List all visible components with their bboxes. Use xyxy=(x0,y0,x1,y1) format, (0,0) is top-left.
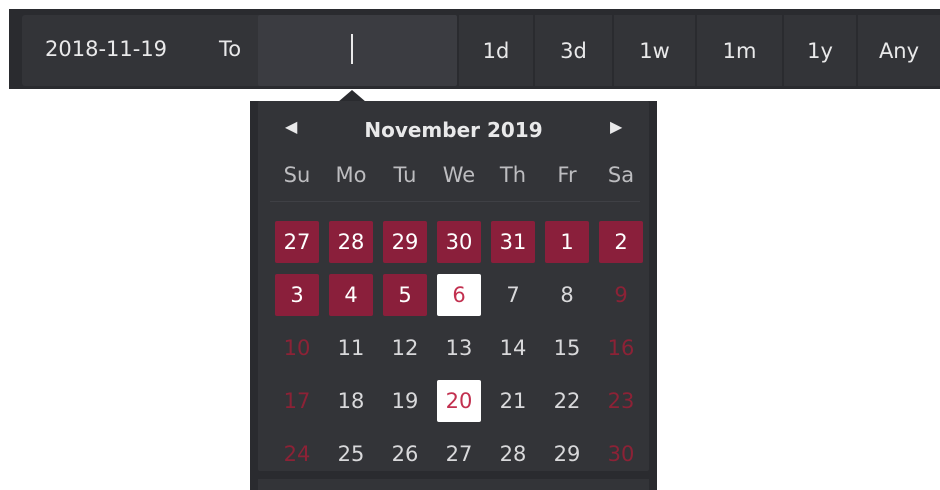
day-number: 30 xyxy=(607,442,635,466)
day-number: 23 xyxy=(607,389,635,413)
day-cell[interactable]: 16 xyxy=(594,327,648,380)
next-month-icon[interactable]: ▶ xyxy=(610,117,622,136)
range-button-1y[interactable]: 1y xyxy=(784,15,858,86)
day-number: 19 xyxy=(391,389,419,413)
day-number: 29 xyxy=(383,221,427,263)
day-cell[interactable]: 5 xyxy=(378,274,432,327)
range-button-any[interactable]: Any xyxy=(858,15,940,86)
day-cell[interactable]: 23 xyxy=(594,380,648,433)
day-number: 5 xyxy=(383,274,427,316)
day-cell[interactable]: 22 xyxy=(540,380,594,433)
day-cell[interactable]: 19 xyxy=(378,380,432,433)
day-cell[interactable]: 13 xyxy=(432,327,486,380)
day-number: 6 xyxy=(437,274,481,316)
month-title: November 2019 xyxy=(364,118,543,142)
day-cell[interactable]: 1 xyxy=(540,221,594,274)
day-number: 2 xyxy=(599,221,643,263)
day-number: 27 xyxy=(275,221,319,263)
day-number: 17 xyxy=(283,389,311,413)
weekday-sa: Sa xyxy=(607,163,635,187)
day-cell[interactable]: 29 xyxy=(378,221,432,274)
day-cell[interactable]: 15 xyxy=(540,327,594,380)
weekday-we: We xyxy=(442,163,476,187)
day-number: 16 xyxy=(607,336,635,360)
to-label: To xyxy=(219,37,242,61)
day-cell[interactable]: 10 xyxy=(270,327,324,380)
day-cell[interactable]: 9 xyxy=(594,274,648,327)
day-number: 4 xyxy=(329,274,373,316)
weekday-mo: Mo xyxy=(335,163,367,187)
weekday-su: Su xyxy=(283,163,311,187)
weekday-th: Th xyxy=(499,163,527,187)
range-button-1w[interactable]: 1w xyxy=(614,15,697,86)
day-cell[interactable]: 8 xyxy=(540,274,594,327)
weekday-tu: Tu xyxy=(393,163,417,187)
day-cell[interactable]: 14 xyxy=(486,327,540,380)
day-cell[interactable]: 28 xyxy=(324,221,378,274)
day-number: 21 xyxy=(499,389,527,413)
day-number: 26 xyxy=(391,442,419,466)
calendar-footer xyxy=(258,479,649,490)
day-number: 27 xyxy=(445,442,473,466)
day-cell[interactable]: 18 xyxy=(324,380,378,433)
day-number: 10 xyxy=(283,336,311,360)
day-cell[interactable]: 27 xyxy=(270,221,324,274)
day-cell[interactable]: 7 xyxy=(486,274,540,327)
day-cell[interactable]: 11 xyxy=(324,327,378,380)
date-range-inputs: 2018-11-19 To xyxy=(22,15,457,86)
day-cell[interactable]: 12 xyxy=(378,327,432,380)
day-number: 12 xyxy=(391,336,419,360)
day-number: 15 xyxy=(553,336,581,360)
day-cell[interactable]: 4 xyxy=(324,274,378,327)
weekday-header: Su Mo Tu We Th Fr Sa xyxy=(270,159,648,191)
day-number: 13 xyxy=(445,336,473,360)
day-number: 14 xyxy=(499,336,527,360)
day-number: 28 xyxy=(329,221,373,263)
day-number: 11 xyxy=(337,336,365,360)
day-cell[interactable]: 3 xyxy=(270,274,324,327)
day-number: 31 xyxy=(491,221,535,263)
day-cell[interactable]: 31 xyxy=(486,221,540,274)
day-cell[interactable]: 2 xyxy=(594,221,648,274)
to-date-input[interactable] xyxy=(258,15,457,86)
from-date-value[interactable]: 2018-11-19 xyxy=(45,37,167,61)
day-cell[interactable]: 21 xyxy=(486,380,540,433)
day-number: 9 xyxy=(614,283,628,307)
range-button-1m[interactable]: 1m xyxy=(697,15,784,86)
day-number: 1 xyxy=(545,221,589,263)
day-number: 29 xyxy=(553,442,581,466)
range-button-1d[interactable]: 1d xyxy=(459,15,535,86)
day-number: 7 xyxy=(506,283,520,307)
range-button-3d[interactable]: 3d xyxy=(535,15,614,86)
day-number: 3 xyxy=(275,274,319,316)
date-range-toolbar: 2018-11-19 To 1d 3d 1w 1m 1y Any xyxy=(9,9,940,89)
day-cell[interactable]: 20 xyxy=(432,380,486,433)
quick-range-buttons: 1d 3d 1w 1m 1y Any xyxy=(459,15,940,86)
day-number: 22 xyxy=(553,389,581,413)
calendar-popover: ◀ November 2019 ▶ Su Mo Tu We Th Fr Sa 27 28 29 3… xyxy=(250,101,657,490)
day-number: 8 xyxy=(560,283,574,307)
day-cell[interactable]: 17 xyxy=(270,380,324,433)
day-number: 25 xyxy=(337,442,365,466)
day-cell[interactable]: 6 xyxy=(432,274,486,327)
day-number: 18 xyxy=(337,389,365,413)
day-grid: 27 28 29 30 31 1 2 3 4 5 6 7 8 9 10 11 12 13 14 15 16 17 18 19 2… xyxy=(270,221,648,486)
day-cell[interactable]: 30 xyxy=(432,221,486,274)
weekday-fr: Fr xyxy=(557,163,577,187)
calendar-panel: ◀ November 2019 ▶ Su Mo Tu We Th Fr Sa 27 28 29 3… xyxy=(258,101,649,471)
divider xyxy=(270,201,640,202)
day-number: 24 xyxy=(283,442,311,466)
day-number: 28 xyxy=(499,442,527,466)
day-number: 20 xyxy=(437,380,481,422)
text-cursor xyxy=(351,34,353,64)
day-number: 30 xyxy=(437,221,481,263)
